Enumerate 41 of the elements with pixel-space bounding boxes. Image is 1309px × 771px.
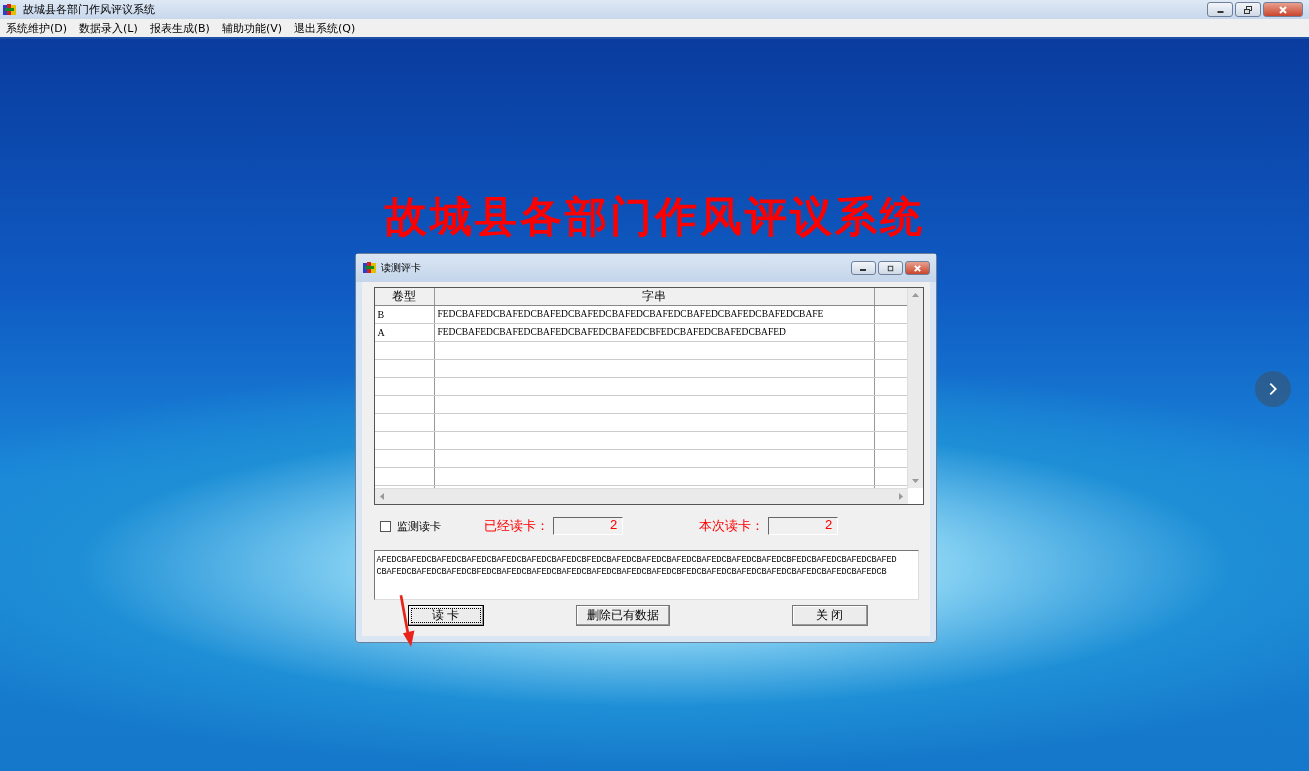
column-header: 卷型 <box>374 288 435 305</box>
menu-item[interactable]: 系统维护(D) <box>6 20 68 36</box>
checkbox-label: 监测读卡 <box>396 518 441 534</box>
output-text-area[interactable]: AFEDCBAFEDCBAFEDCBAFEDCBAFEDCBAFEDCBAFEDCBFEDCBAFEDCBAFEDCBAFEDCBAFEDCBAFEDCBAFEDCBFEDCBAFEDCBAFEDCBAFED CBAFEDCBAFEDCBAFEDCBFEDCBAFEDCBAFEDCBAFEDCBAFEDCBAFEDCBAFEDCBFEDCBAFEDCBAFEDCBAFEDCBAFEDCBAFEDCBAFEDCB <box>373 550 919 600</box>
count-field: 2 <box>552 517 623 535</box>
close-icon <box>1278 4 1288 15</box>
window-title: 故城县各部门作风评议系统 <box>23 2 155 17</box>
count-field: 2 <box>767 517 838 535</box>
table-cell: FEDCBAFEDCBAFEDCBAFEDCBAFEDCBAFEDCBAFEDCBAFEDCBAFEDCBAFEDCBAFE <box>434 306 875 323</box>
maximize-icon <box>885 263 895 273</box>
menu-item[interactable]: 辅助功能(V) <box>221 20 283 36</box>
close-icon <box>912 263 922 273</box>
minimize-button[interactable] <box>1207 2 1233 17</box>
restore-button[interactable] <box>1235 2 1261 17</box>
table-cell: FEDCBAFEDCBAFEDCBAFEDCBAFEDCBAFEDCBFEDCBAFEDCBAFEDCBAFED <box>434 324 875 341</box>
table-cell: A <box>374 324 435 341</box>
minimize-icon <box>860 269 866 271</box>
column-header: 字串 <box>434 288 875 305</box>
next-button[interactable] <box>1255 371 1291 407</box>
restore-icon <box>1243 4 1253 15</box>
minimize-icon <box>1216 11 1224 13</box>
minimize-button[interactable] <box>850 261 876 275</box>
dialog-title: 读测评卡 <box>380 261 421 275</box>
app-icon <box>362 261 377 275</box>
horizontal-scrollbar[interactable] <box>374 488 908 504</box>
maximize-button[interactable] <box>877 261 903 275</box>
menu-item[interactable]: 报表生成(B) <box>149 20 210 36</box>
banner-title: 故城县各部门作风评议系统 <box>384 191 925 243</box>
dialog-button[interactable]: 关 闭 <box>791 605 868 626</box>
close-button[interactable] <box>904 261 930 275</box>
vertical-scrollbar[interactable] <box>906 288 923 488</box>
app-icon <box>3 2 17 17</box>
dialog-button[interactable]: 删除已有数据 <box>575 605 670 626</box>
close-button[interactable] <box>1263 2 1303 17</box>
menu-item[interactable]: 数据录入(L) <box>79 20 138 36</box>
menu-item[interactable]: 退出系统(Q) <box>294 20 356 36</box>
table-cell: B <box>374 306 435 323</box>
checkbox[interactable] <box>379 520 391 532</box>
dialog-button[interactable]: 读 卡 <box>407 605 484 626</box>
stat-label: 已经读卡： <box>483 517 549 535</box>
stat-label: 本次读卡： <box>698 517 764 535</box>
